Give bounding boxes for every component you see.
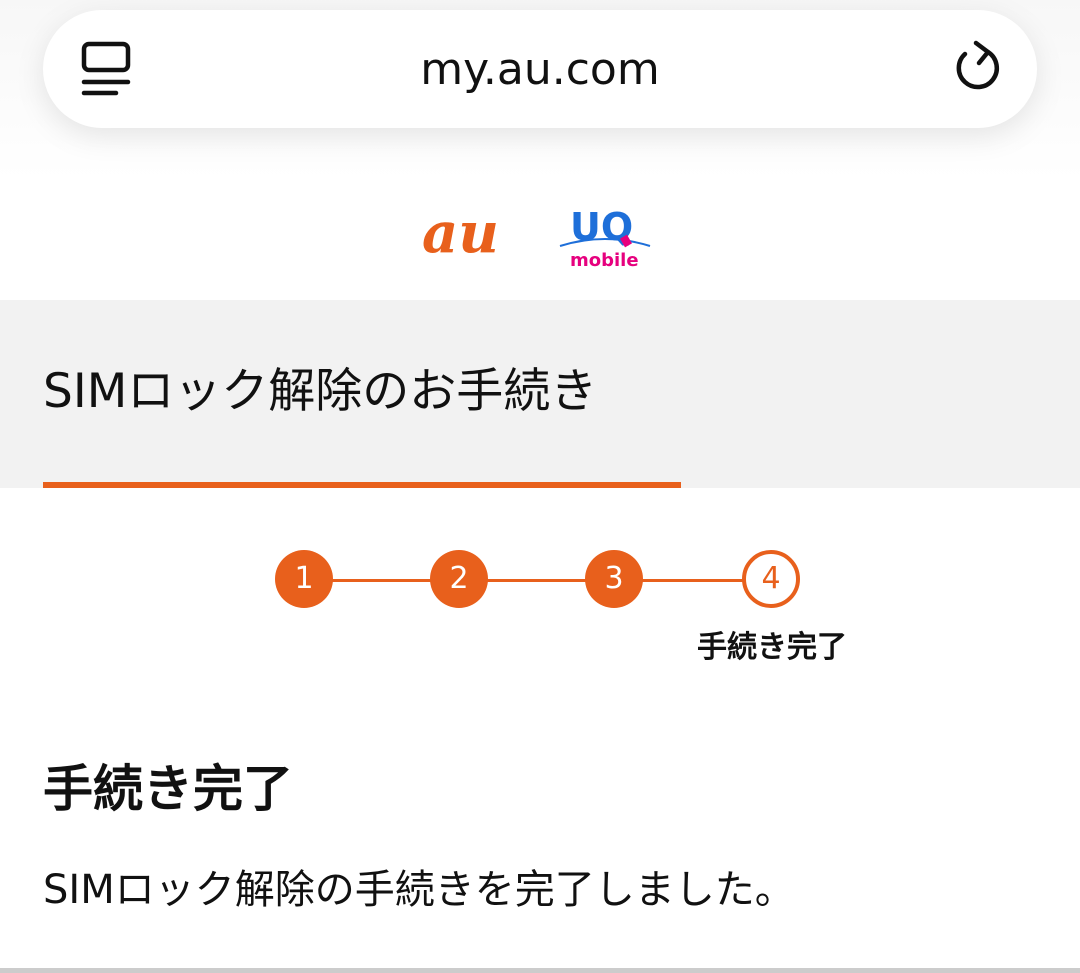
step-1: 1 — [275, 550, 333, 608]
bottom-divider — [0, 968, 1080, 973]
title-band: SIMロック解除のお手続き — [0, 300, 1080, 488]
step-2: 2 — [430, 550, 488, 608]
page-title: SIMロック解除のお手続き — [43, 364, 598, 419]
completion-message: SIMロック解除の手続きを完了しました。 — [43, 867, 795, 913]
current-step-label: 手続き完了 — [697, 630, 847, 665]
svg-text:au: au — [422, 202, 499, 262]
page: my.au.com au UQ mobile SIMロック解除のお手続き 1 2… — [0, 0, 1080, 973]
completion-heading: 手続き完了 — [43, 760, 293, 818]
progress-stepper: 1 2 3 4 手続き完了 — [0, 550, 1080, 670]
step-3: 3 — [585, 550, 643, 608]
brand-logos: au UQ mobile — [0, 198, 1080, 278]
url-text[interactable]: my.au.com — [0, 40, 1080, 100]
title-underline — [43, 482, 681, 488]
au-logo[interactable]: au — [420, 200, 532, 266]
uq-mobile-logo[interactable]: UQ mobile — [558, 202, 652, 271]
stepper-connector — [303, 579, 773, 582]
reload-icon[interactable] — [948, 38, 1008, 98]
browser-top-bar: my.au.com — [0, 0, 1080, 180]
step-4-current: 4 — [742, 550, 800, 608]
svg-text:mobile: mobile — [570, 250, 639, 270]
